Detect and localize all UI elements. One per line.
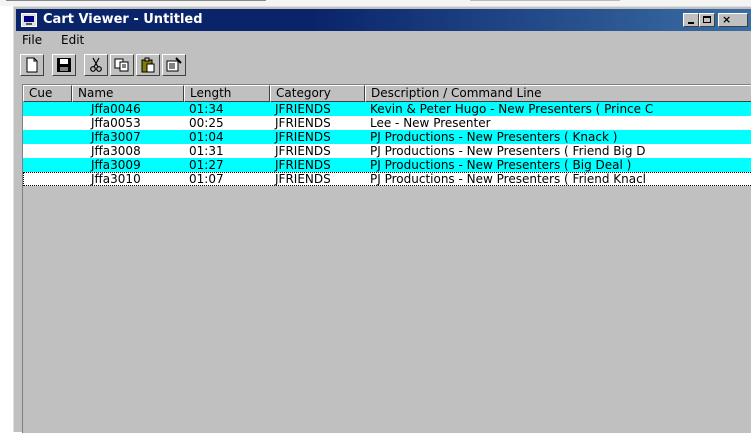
paste-button[interactable]	[136, 54, 160, 76]
background-line	[470, 0, 620, 4]
app-icon[interactable]	[21, 13, 37, 27]
name-cell: Jffa3008	[91, 144, 141, 158]
length-cell: 00:25	[189, 116, 224, 130]
category-cell: JFRIENDS	[275, 172, 331, 186]
menu-bar: File Edit	[16, 31, 751, 49]
category-cell: JFRIENDS	[275, 158, 331, 172]
cart-viewer-window: Cart Viewer - Untitled × File Edit Cue N…	[13, 6, 751, 433]
description-cell: Kevin & Peter Hugo - New Presenters ( Pr…	[370, 102, 654, 116]
background-line	[6, 0, 266, 4]
column-header-category[interactable]: Category	[270, 85, 365, 102]
properties-button[interactable]	[162, 54, 186, 76]
category-cell: JFRIENDS	[275, 102, 331, 116]
length-cell: 01:31	[189, 144, 224, 158]
properties-icon	[166, 57, 182, 72]
description-cell: PJ Productions - New Presenters ( Friend…	[370, 172, 647, 186]
category-cell: JFRIENDS	[275, 130, 331, 144]
column-header-name[interactable]: Name	[72, 85, 184, 102]
column-header-cue[interactable]: Cue	[23, 85, 72, 102]
description-cell: PJ Productions - New Presenters ( Big De…	[370, 158, 632, 172]
window-title: Cart Viewer - Untitled	[43, 12, 203, 27]
name-cell: Jffa0046	[91, 102, 141, 116]
cut-icon	[90, 57, 102, 72]
table-row[interactable]: Jffa0053 00:25 JFRIENDS Lee - New Presen…	[23, 116, 751, 130]
minimize-button[interactable]	[683, 13, 699, 27]
paste-icon	[141, 57, 155, 73]
category-cell: JFRIENDS	[275, 116, 331, 130]
menu-file[interactable]: File	[22, 33, 42, 47]
new-icon	[26, 57, 38, 73]
table-row[interactable]: Jffa3010 01:07 JFRIENDS PJ Productions -…	[23, 172, 751, 186]
copy-button[interactable]	[110, 54, 134, 76]
name-cell: Jffa3007	[91, 130, 141, 144]
category-cell: JFRIENDS	[275, 144, 331, 158]
column-header-description[interactable]: Description / Command Line	[365, 85, 751, 102]
table-row[interactable]: Jffa0046 01:34 JFRIENDS Kevin & Peter Hu…	[23, 102, 751, 116]
table-row[interactable]: Jffa3008 01:31 JFRIENDS PJ Productions -…	[23, 144, 751, 158]
minimize-icon	[688, 22, 694, 24]
description-cell: Lee - New Presenter	[370, 116, 491, 130]
length-cell: 01:07	[189, 172, 224, 186]
column-header-length[interactable]: Length	[184, 85, 270, 102]
close-icon: ×	[722, 13, 732, 26]
length-cell: 01:34	[189, 102, 224, 116]
cart-list[interactable]: Cue Name Length Category Description / C…	[22, 84, 751, 433]
maximize-icon	[703, 16, 711, 23]
toolbar	[16, 50, 751, 84]
length-cell: 01:27	[189, 158, 224, 172]
maximize-button[interactable]	[699, 13, 715, 27]
new-button[interactable]	[20, 54, 44, 76]
close-button[interactable]: ×	[718, 13, 748, 27]
length-cell: 01:04	[189, 130, 224, 144]
table-row[interactable]: Jffa3007 01:04 JFRIENDS PJ Productions -…	[23, 130, 751, 144]
cut-button[interactable]	[84, 54, 108, 76]
save-button[interactable]	[52, 54, 76, 76]
copy-icon	[114, 58, 129, 72]
menu-edit[interactable]: Edit	[61, 33, 84, 47]
save-icon	[57, 58, 71, 72]
title-bar[interactable]: Cart Viewer - Untitled ×	[16, 9, 751, 31]
name-cell: Jffa3010	[91, 172, 141, 186]
name-cell: Jffa0053	[91, 116, 141, 130]
name-cell: Jffa3009	[91, 158, 141, 172]
description-cell: PJ Productions - New Presenters ( Friend…	[370, 144, 646, 158]
description-cell: PJ Productions - New Presenters ( Knack …	[370, 130, 618, 144]
table-row[interactable]: Jffa3009 01:27 JFRIENDS PJ Productions -…	[23, 158, 751, 172]
